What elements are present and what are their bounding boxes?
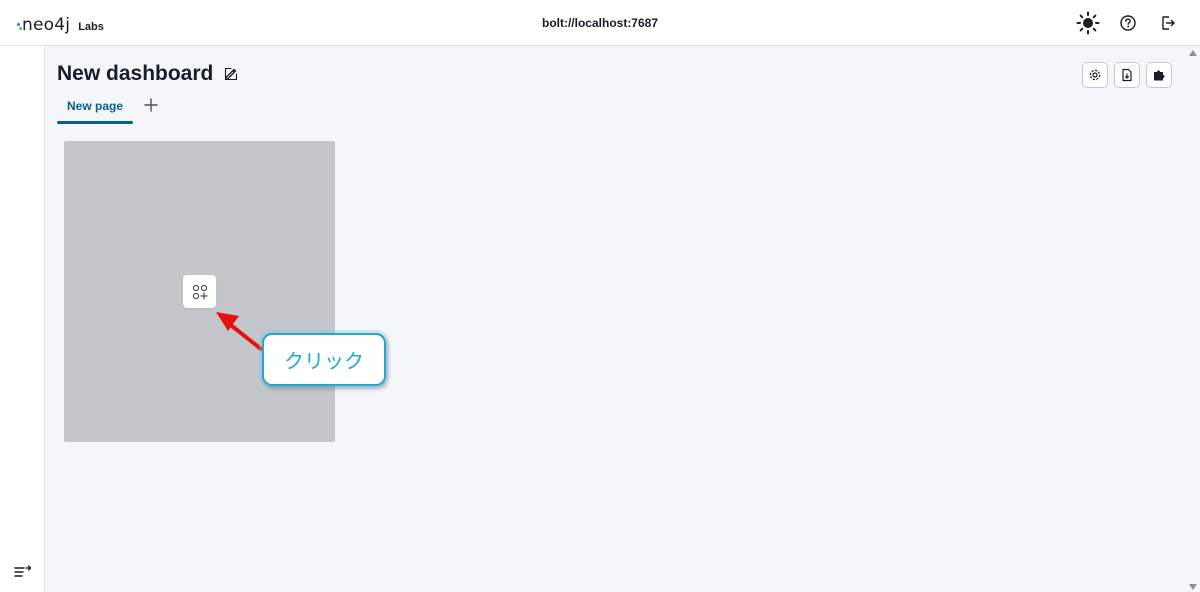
callout-text: クリック	[284, 349, 364, 373]
extensions-icon	[1154, 70, 1165, 81]
add-report-icon	[192, 284, 208, 300]
annotation-callout: クリック	[262, 333, 386, 386]
plus-icon	[144, 98, 158, 112]
help-icon[interactable]	[1114, 9, 1142, 37]
settings-button[interactable]	[1082, 62, 1108, 88]
dashboard-title-row: New dashboard	[57, 62, 240, 86]
add-page-button[interactable]	[135, 92, 167, 118]
logout-icon[interactable]	[1154, 9, 1182, 37]
active-tab-indicator	[57, 121, 133, 124]
export-icon	[1122, 68, 1132, 82]
dashboard-title: New dashboard	[57, 62, 214, 85]
sidebar-expand-icon[interactable]	[14, 564, 32, 580]
settings-icon	[1089, 69, 1101, 81]
tab-label: New page	[66, 99, 123, 113]
page-tabs: New page	[57, 92, 167, 124]
edit-title-icon[interactable]	[222, 65, 240, 83]
left-sidebar	[0, 46, 45, 592]
scrollbar[interactable]	[1186, 46, 1200, 592]
export-button[interactable]	[1114, 62, 1140, 88]
report-card-placeholder	[64, 141, 335, 442]
tab-new-page[interactable]: New page	[57, 92, 133, 124]
scroll-up-arrow-icon[interactable]	[1189, 50, 1197, 56]
dashboard-actions	[1076, 62, 1172, 88]
theme-toggle-sun-icon[interactable]	[1074, 9, 1102, 37]
connection-url: bolt://localhost:7687	[541, 16, 659, 30]
add-report-button[interactable]	[183, 275, 216, 308]
extensions-button[interactable]	[1146, 62, 1172, 88]
scroll-down-arrow-icon[interactable]	[1189, 584, 1197, 590]
top-bar: neo4j Labs bolt://localhost:7687	[0, 0, 1200, 46]
